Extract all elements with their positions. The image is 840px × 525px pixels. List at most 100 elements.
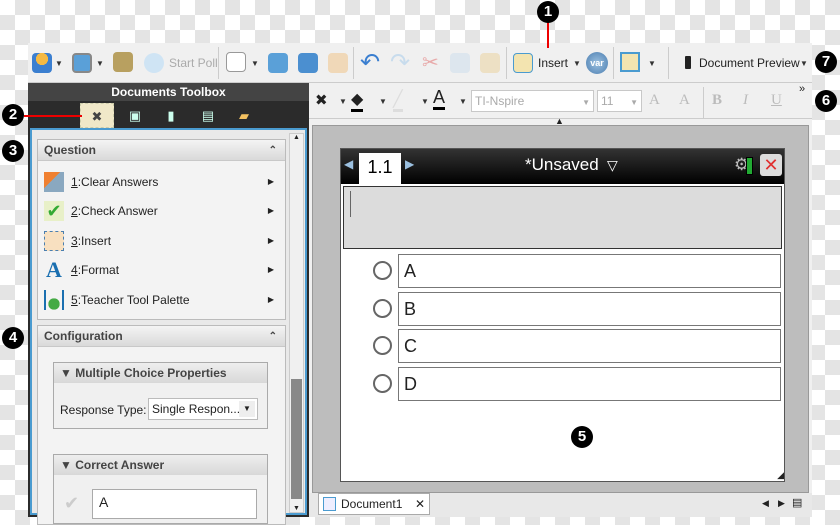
insert-icon[interactable]	[513, 53, 533, 73]
copy-icon[interactable]	[450, 53, 470, 73]
input-value: A	[99, 494, 109, 510]
tab-list-icon[interactable]: ▤	[792, 496, 802, 509]
dropdown-arrow-icon[interactable]: ▼	[421, 97, 429, 106]
grow-font-button[interactable]: A	[649, 92, 660, 109]
scroll-up-icon[interactable]: ▲	[293, 134, 300, 141]
close-document-button[interactable]: ✕	[760, 154, 782, 176]
tab-scratchpad[interactable]: ▮	[154, 103, 188, 128]
dropdown-arrow-icon[interactable]: ▼	[379, 97, 387, 106]
font-size-select[interactable]: 11 ▼	[597, 90, 642, 112]
menu-item-number: 1	[71, 175, 78, 189]
start-poll-icon[interactable]	[144, 53, 164, 73]
open-folder-icon[interactable]	[268, 53, 288, 73]
chevron-down-icon[interactable]: ▽	[607, 157, 618, 174]
question-input[interactable]	[343, 186, 782, 249]
callout-1: 1	[537, 1, 559, 23]
collect-icon[interactable]	[113, 52, 133, 72]
new-document-icon[interactable]	[226, 52, 246, 72]
shrink-font-button[interactable]: A	[679, 92, 690, 109]
bold-button[interactable]: B	[712, 92, 722, 109]
save-icon[interactable]	[298, 53, 318, 73]
response-type-select[interactable]: Single Respon... ▼	[148, 398, 258, 420]
document-tab[interactable]: Document1 ✕	[318, 493, 430, 515]
variables-button[interactable]: var	[586, 52, 608, 74]
submenu-arrow-icon: ▶	[267, 295, 274, 304]
correct-answer-header[interactable]: ▼ Correct Answer	[54, 455, 267, 475]
chevron-down-icon[interactable]: ▼	[239, 401, 255, 417]
camera-icon[interactable]	[72, 53, 92, 73]
dropdown-arrow-icon[interactable]: ▼	[339, 97, 347, 106]
italic-button[interactable]: I	[743, 92, 748, 109]
resize-handle-icon[interactable]: ◢	[777, 470, 784, 481]
font-select[interactable]: TI-Nspire ▼	[471, 90, 594, 112]
tab-content[interactable]: ▰	[227, 103, 261, 128]
documents-toolbox: Documents Toolbox ✖ ▣ ▮ ▤ ▰ Question ⌃ 1:…	[28, 83, 309, 525]
menu-item-teacher-tool-palette[interactable]: 5:Teacher Tool Palette ▶	[44, 286, 274, 314]
document-title[interactable]: *Unsaved	[525, 155, 599, 175]
radio-button[interactable]	[373, 336, 392, 355]
text-color-icon[interactable]: A	[433, 87, 446, 110]
scrollbar[interactable]: ▲ ▼	[289, 133, 304, 513]
configuration-header[interactable]: Configuration ⌃	[38, 326, 285, 347]
tab-tools[interactable]: ✖	[80, 103, 114, 128]
menu-item-label: :Check Answer	[77, 204, 158, 218]
dropdown-arrow-icon[interactable]: ▼	[648, 59, 656, 68]
multiple-choice-properties-panel: ▼ Multiple Choice Properties Response Ty…	[53, 362, 268, 429]
dropdown-arrow-icon[interactable]: ▼	[459, 97, 467, 106]
mc-properties-header[interactable]: ▼ Multiple Choice Properties	[54, 363, 267, 383]
redo-icon[interactable]: ↷	[390, 48, 410, 77]
line-color-icon[interactable]: ╱	[393, 89, 403, 112]
scroll-left-icon[interactable]: ◀	[762, 498, 769, 509]
scrollbar-thumb[interactable]	[291, 379, 302, 499]
document-preview-select[interactable]: Document Preview	[699, 56, 800, 70]
dropdown-arrow-icon[interactable]: ▼	[800, 59, 808, 68]
menu-item-check-answer[interactable]: ✔ 2:Check Answer ▶	[44, 197, 274, 225]
dropdown-arrow-icon[interactable]: ▼	[573, 59, 581, 68]
teacher-tool-palette-icon	[44, 290, 64, 310]
underline-button[interactable]: U	[771, 92, 782, 109]
tools-icon[interactable]: ✖	[315, 91, 328, 109]
check-answer-icon: ✔	[44, 201, 64, 221]
page-layout-icon[interactable]	[620, 52, 640, 72]
next-page-icon[interactable]: ▶	[405, 157, 414, 171]
radio-button[interactable]	[373, 299, 392, 318]
correct-answer-input[interactable]: A	[92, 489, 257, 519]
page-tab[interactable]: 1.1	[359, 153, 401, 186]
menu-item-clear-answers[interactable]: 1:Clear Answers ▶	[44, 168, 274, 196]
scroll-down-icon[interactable]: ▼	[293, 505, 300, 512]
paste-icon[interactable]	[480, 53, 500, 73]
callout-2: 2	[2, 104, 24, 126]
chevron-down-icon[interactable]: ▼	[630, 93, 638, 113]
question-header[interactable]: Question ⌃	[38, 140, 285, 161]
tab-utilities[interactable]: ▤	[191, 103, 225, 128]
previous-page-icon[interactable]: ◀	[344, 157, 353, 171]
scroll-right-icon[interactable]: ▶	[778, 498, 785, 509]
radio-button[interactable]	[373, 374, 392, 393]
handheld-page: ◀ 1.1 ▶ *Unsaved ▽ ⚙ ✕ A B C D ◢	[340, 148, 785, 482]
option-input[interactable]: A	[398, 254, 781, 288]
collapse-icon[interactable]: ⌃	[269, 326, 277, 347]
option-input[interactable]: B	[398, 292, 781, 326]
menu-item-insert[interactable]: 3:Insert ▶	[44, 227, 274, 255]
dropdown-arrow-icon[interactable]: ▼	[96, 59, 104, 68]
response-type-label: Response Type:	[60, 403, 147, 417]
radio-button[interactable]	[373, 261, 392, 280]
tab-page-sorter[interactable]: ▣	[118, 103, 152, 128]
more-tools-button[interactable]: »	[799, 83, 805, 95]
insert-button[interactable]: Insert	[538, 56, 568, 70]
document-area: ◀ 1.1 ▶ *Unsaved ▽ ⚙ ✕ A B C D ◢	[312, 125, 809, 493]
send-to-class-icon[interactable]	[328, 53, 348, 73]
close-tab-icon[interactable]: ✕	[415, 494, 425, 514]
option-input[interactable]: D	[398, 367, 781, 401]
collapse-icon[interactable]: ⌃	[269, 140, 277, 161]
fill-color-icon[interactable]: ◆	[351, 89, 364, 112]
chevron-down-icon[interactable]: ▼	[582, 93, 590, 113]
cut-icon[interactable]: ✂	[422, 50, 439, 75]
option-input[interactable]: C	[398, 329, 781, 363]
menu-item-format[interactable]: A 4:Format ▶	[44, 256, 274, 284]
undo-icon[interactable]: ↶	[360, 48, 380, 77]
dropdown-arrow-icon[interactable]: ▼	[55, 59, 63, 68]
dropdown-arrow-icon[interactable]: ▼	[251, 59, 259, 68]
login-icon[interactable]	[32, 53, 52, 73]
start-poll-button[interactable]: Start Poll	[169, 56, 218, 70]
